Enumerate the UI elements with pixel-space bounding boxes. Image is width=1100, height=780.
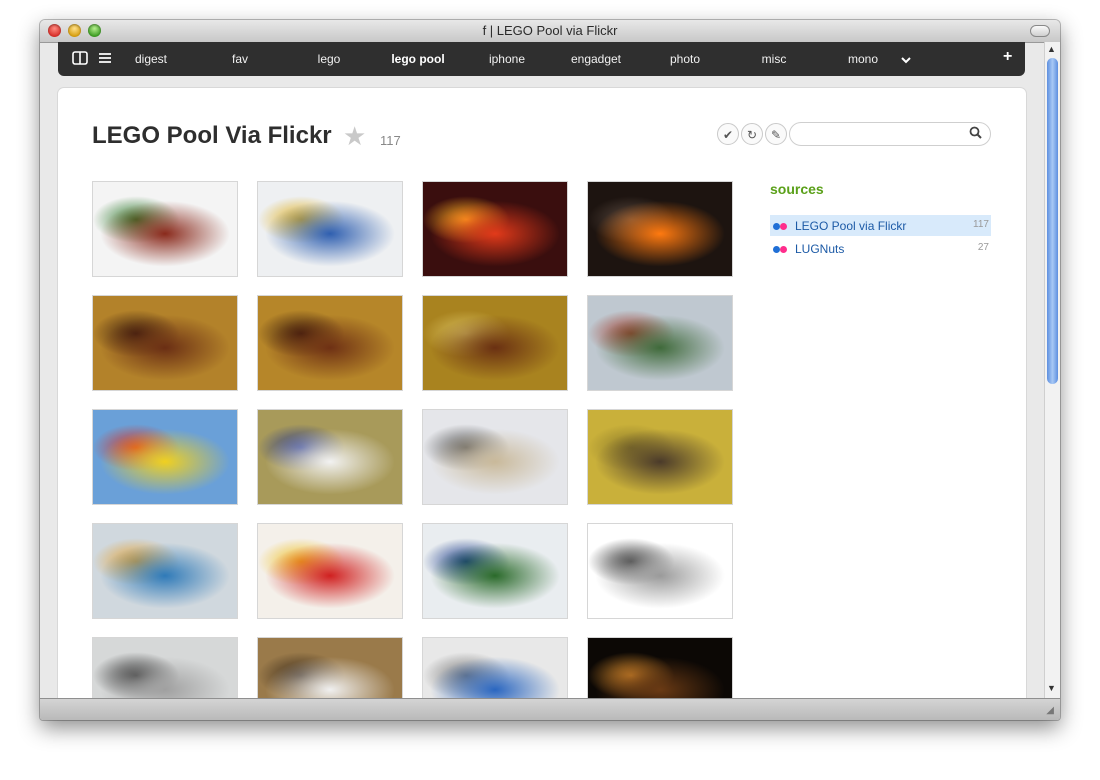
edit-button[interactable]: ✎ — [765, 123, 787, 145]
browser-window: f | LEGO Pool via Flickr digest fav lego le… — [40, 20, 1060, 720]
list-view-icon[interactable] — [98, 51, 112, 69]
flickr-icon — [780, 223, 787, 230]
flickr-icon — [773, 246, 780, 253]
nav-tab[interactable]: lego — [289, 52, 369, 66]
photo-thumbnail[interactable] — [92, 295, 238, 391]
photo-thumbnail[interactable] — [92, 409, 238, 505]
source-name[interactable]: LUGNuts — [795, 242, 844, 256]
star-icon[interactable]: ★ — [343, 121, 366, 152]
source-count: 117 — [973, 219, 989, 230]
nav-tab[interactable]: lego pool — [378, 52, 458, 66]
photo-thumbnail[interactable] — [422, 295, 568, 391]
photo-thumbnail[interactable] — [587, 295, 733, 391]
photo-thumbnail[interactable] — [587, 181, 733, 277]
pencil-icon: ✎ — [770, 128, 782, 142]
nav-tab[interactable]: digest — [111, 52, 191, 66]
top-nav-bar: digest fav lego lego pool iphone engadget phot… — [58, 42, 1025, 76]
page-title: LEGO Pool Via Flickr — [92, 122, 332, 149]
scroll-thumb[interactable] — [1047, 58, 1058, 384]
photo-thumbnail[interactable] — [257, 409, 403, 505]
photo-grid — [92, 181, 736, 720]
item-count: 117 — [380, 133, 401, 148]
scroll-down-icon[interactable]: ▼ — [1047, 683, 1056, 693]
photo-thumbnail[interactable] — [422, 409, 568, 505]
window-title: f | LEGO Pool via Flickr — [482, 23, 618, 38]
source-row[interactable]: LUGNuts 27 — [770, 238, 991, 259]
split-view-icon[interactable] — [72, 51, 88, 69]
toolbar-toggle-button[interactable] — [1030, 25, 1050, 37]
status-bar: ◢ — [40, 698, 1060, 720]
nav-tab[interactable]: engadget — [556, 52, 636, 66]
main-content: LEGO Pool Via Flickr ★ 117 ✔ ↻ ✎ sources… — [58, 88, 1026, 720]
flickr-icon — [780, 246, 787, 253]
nav-tab[interactable]: iphone — [467, 52, 547, 66]
search-box[interactable] — [789, 122, 991, 146]
nav-tab[interactable]: misc — [734, 52, 814, 66]
source-name[interactable]: LEGO Pool via Flickr — [795, 219, 906, 233]
add-tab-button[interactable]: + — [1003, 49, 1012, 65]
search-input[interactable] — [800, 126, 964, 144]
photo-thumbnail[interactable] — [92, 523, 238, 619]
photo-thumbnail[interactable] — [92, 181, 238, 277]
source-count: 27 — [977, 242, 989, 253]
nav-tab[interactable]: fav — [200, 52, 280, 66]
check-icon: ✔ — [722, 128, 734, 142]
source-row[interactable]: LEGO Pool via Flickr 117 — [770, 215, 991, 236]
photo-thumbnail[interactable] — [587, 523, 733, 619]
photo-thumbnail[interactable] — [422, 181, 568, 277]
photo-thumbnail[interactable] — [587, 409, 733, 505]
photo-thumbnail[interactable] — [257, 181, 403, 277]
photo-thumbnail[interactable] — [257, 295, 403, 391]
mark-read-button[interactable]: ✔ — [717, 123, 739, 145]
nav-tab[interactable]: mono — [823, 52, 903, 66]
scroll-up-icon[interactable]: ▲ — [1047, 44, 1056, 54]
resize-grip-icon[interactable]: ◢ — [1046, 705, 1054, 716]
photo-thumbnail[interactable] — [257, 523, 403, 619]
refresh-icon: ↻ — [746, 128, 758, 142]
nav-tab[interactable]: photo — [645, 52, 725, 66]
sources-heading: sources — [770, 181, 824, 197]
vertical-scrollbar[interactable]: ▲ ▼ — [1044, 42, 1060, 698]
flickr-icon — [773, 223, 780, 230]
refresh-button[interactable]: ↻ — [741, 123, 763, 145]
photo-thumbnail[interactable] — [422, 523, 568, 619]
chevron-down-icon[interactable] — [900, 53, 912, 69]
search-icon[interactable] — [969, 126, 982, 142]
title-bar: f | LEGO Pool via Flickr — [40, 20, 1060, 43]
